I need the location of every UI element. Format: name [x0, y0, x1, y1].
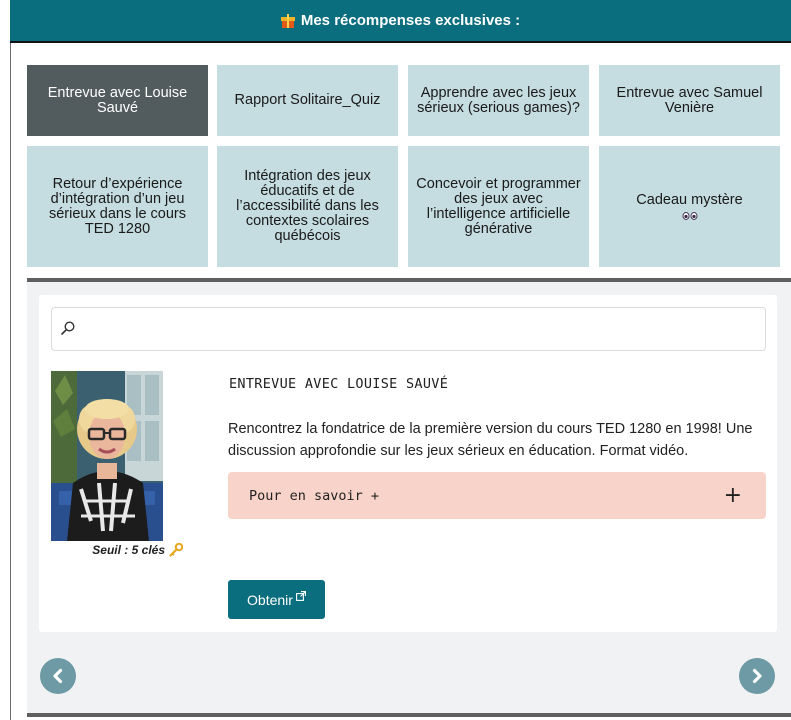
threshold-text: Seuil : 5 clés: [92, 543, 165, 557]
reward-tile-concevoir-ia[interactable]: Concevoir et programmer des jeux avec l’…: [408, 146, 589, 267]
eyes-icon: [682, 212, 697, 220]
search-icon: [61, 321, 75, 335]
threshold-caption: Seuil : 5 clés: [51, 543, 183, 557]
reward-tile-rapport-solitaire[interactable]: Rapport Solitaire_Quiz: [217, 65, 398, 136]
section-divider-bottom: [27, 713, 791, 717]
chevron-left-icon: [53, 668, 63, 684]
reward-tile-label: Intégration des jeux éducatifs et de l’a…: [236, 168, 379, 244]
reward-tile-label: Entrevue avec Samuel Venière: [616, 84, 763, 116]
search-input[interactable]: [82, 314, 757, 344]
external-link-icon: [296, 590, 306, 601]
reward-tile-serious-games[interactable]: Apprendre avec les jeux sérieux (serious…: [408, 65, 589, 136]
previous-button[interactable]: [40, 658, 76, 694]
reward-tile-cadeau-mystere[interactable]: Cadeau mystère: [599, 146, 780, 267]
rewards-header-title: Mes récompenses exclusives :: [300, 12, 521, 29]
obtain-button-label: Obtenir: [247, 591, 293, 608]
reward-tile-integration[interactable]: Intégration des jeux éducatifs et de l’a…: [217, 146, 398, 267]
reward-tile-label: Apprendre avec les jeux sérieux (serious…: [417, 84, 580, 116]
reward-tile-louise-sauve[interactable]: Entrevue avec Louise Sauvé: [27, 65, 208, 136]
reward-tile-label: Retour d’expérience d’intégration d’un j…: [48, 175, 186, 237]
obtain-button[interactable]: Obtenir: [228, 580, 325, 619]
reward-tile-retour-experience[interactable]: Retour d’expérience d’intégration d’un j…: [27, 146, 208, 267]
chevron-right-icon: [752, 668, 762, 684]
plus-icon: +: [723, 483, 742, 508]
reward-tile-label: Cadeau mystère: [636, 192, 743, 208]
accordion-label: Pour en savoir +: [249, 487, 380, 504]
reward-tile-label: Concevoir et programmer des jeux avec l’…: [416, 175, 581, 237]
reward-title: ENTREVUE AVEC LOUISE SAUVÉ: [229, 376, 449, 392]
reward-tile-samuel-veniere[interactable]: Entrevue avec Samuel Venière: [599, 65, 780, 136]
rewards-header: Mes récompenses exclusives :: [10, 0, 791, 43]
louise-sauve-portrait: [51, 371, 163, 541]
learn-more-accordion[interactable]: Pour en savoir + +: [228, 472, 766, 519]
reward-tile-label: Rapport Solitaire_Quiz: [234, 92, 381, 108]
key-icon: [169, 543, 183, 557]
next-button[interactable]: [739, 658, 775, 694]
gift-icon: [280, 13, 295, 28]
search-box[interactable]: [51, 307, 766, 351]
reward-tile-label: Entrevue avec Louise Sauvé: [47, 84, 188, 116]
reward-description: Rencontrez la fondatrice de la première …: [228, 421, 753, 459]
